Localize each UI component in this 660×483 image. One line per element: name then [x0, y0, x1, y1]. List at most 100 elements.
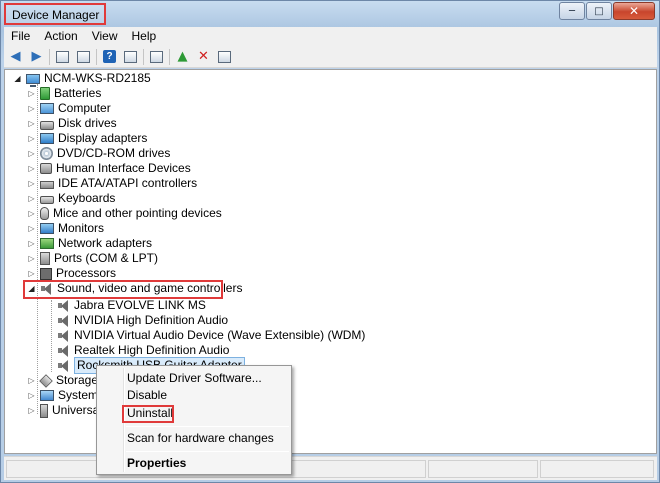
tree-category-label: IDE ATA/ATAPI controllers — [58, 176, 198, 190]
computer-icon — [40, 103, 54, 114]
expand-icon[interactable]: ▷ — [27, 116, 36, 131]
tree-category[interactable]: ▷ Universal — [27, 403, 102, 418]
console-button[interactable] — [122, 49, 139, 65]
cpu-icon — [40, 267, 52, 280]
help-icon: ? — [103, 50, 116, 63]
expand-icon[interactable]: ▷ — [27, 161, 36, 176]
tree-category[interactable]: ▷ Human Interface Devices — [27, 161, 191, 176]
tree-category-label: Batteries — [54, 86, 102, 100]
expand-icon[interactable]: ▷ — [27, 101, 36, 116]
uninstall-button[interactable]: ✕ — [195, 49, 212, 65]
title-highlight: Device Manager — [4, 3, 106, 25]
properties-icon — [56, 50, 69, 63]
menu-help[interactable]: Help — [125, 27, 164, 46]
back-arrow-icon: ◀ — [10, 49, 21, 64]
tree-category[interactable]: ▷ Processors — [27, 266, 116, 281]
expand-icon[interactable]: ▷ — [27, 403, 36, 418]
dvd-icon — [40, 147, 53, 160]
help-button[interactable]: ? — [101, 49, 118, 65]
expand-icon[interactable]: ▷ — [27, 191, 36, 206]
expand-icon[interactable]: ▷ — [27, 131, 36, 146]
maximize-icon: □ — [594, 5, 604, 17]
menu-disable[interactable]: Disable — [127, 387, 167, 403]
toolbar-separator — [169, 48, 170, 65]
tree-device[interactable]: Realtek High Definition Audio — [57, 343, 229, 358]
close-icon: ✕ — [628, 4, 640, 18]
tree-root-label: NCM-WKS-RD2185 — [44, 71, 151, 85]
scan-hardware-button[interactable] — [148, 49, 165, 65]
console-tree-button[interactable] — [75, 49, 92, 65]
status-cell — [428, 460, 538, 478]
tree-device[interactable]: NVIDIA Virtual Audio Device (Wave Extens… — [57, 328, 365, 343]
tree-category[interactable]: ▷ DVD/CD-ROM drives — [27, 146, 170, 161]
tree-category[interactable]: ▷ Network adapters — [27, 236, 152, 251]
tree-category[interactable]: ▷ Computer — [27, 101, 110, 116]
tree-category[interactable]: ▷ Ports (COM & LPT) — [27, 251, 158, 266]
tree-line — [51, 300, 52, 372]
network-icon — [40, 238, 54, 249]
close-button[interactable]: ✕ — [613, 2, 655, 20]
expand-icon[interactable]: ▷ — [27, 86, 36, 101]
window-title: Device Manager — [12, 8, 100, 22]
tree-category[interactable]: ▷ Keyboards — [27, 191, 115, 206]
menu-file[interactable]: File — [4, 27, 37, 46]
scan-hardware-icon — [150, 50, 163, 63]
tree-root[interactable]: ◢ NCM-WKS-RD2185 — [13, 71, 151, 87]
tree-category[interactable]: ▷ IDE ATA/ATAPI controllers — [27, 176, 197, 191]
properties-button[interactable] — [54, 49, 71, 65]
context-menu: Update Driver Software... Disable Uninst… — [96, 365, 292, 475]
tree-device[interactable]: Jabra EVOLVE LINK MS — [57, 298, 206, 313]
tree-category[interactable]: ▷ Disk drives — [27, 116, 116, 131]
expand-icon[interactable]: ▷ — [27, 266, 36, 281]
tree-category-label: DVD/CD-ROM drives — [57, 146, 171, 160]
menu-view[interactable]: View — [85, 27, 125, 46]
ide-icon — [40, 181, 54, 189]
collapse-icon[interactable]: ◢ — [13, 71, 22, 86]
expand-icon[interactable]: ▷ — [27, 388, 36, 403]
expand-icon[interactable]: ▷ — [27, 176, 36, 191]
tree-category[interactable]: ▷ Monitors — [27, 221, 104, 236]
maximize-button[interactable]: □ — [586, 2, 612, 20]
sound-category-highlight — [23, 280, 223, 299]
menu-separator — [126, 426, 289, 427]
forward-button[interactable]: ▶ — [28, 49, 45, 65]
disable-button[interactable] — [216, 49, 233, 65]
tree-device-label: Jabra EVOLVE LINK MS — [74, 298, 206, 312]
expand-icon[interactable]: ▷ — [27, 221, 36, 236]
menu-scan-hardware[interactable]: Scan for hardware changes — [127, 430, 274, 446]
toolbar-separator — [49, 48, 50, 65]
menu-bar: File Action View Help — [4, 27, 657, 46]
minimize-button[interactable]: ─ — [559, 2, 585, 20]
expand-icon[interactable]: ▷ — [27, 236, 36, 251]
toolbar-separator — [96, 48, 97, 65]
hid-icon — [40, 163, 52, 174]
expand-icon[interactable]: ▷ — [27, 251, 36, 266]
status-cell — [540, 460, 654, 478]
back-button[interactable]: ◀ — [7, 49, 24, 65]
speaker-icon — [57, 344, 70, 357]
speaker-icon — [57, 299, 70, 312]
update-driver-button[interactable]: ▲ — [174, 49, 191, 65]
expand-icon[interactable]: ▷ — [27, 206, 36, 221]
tree-category-label: Human Interface Devices — [56, 161, 191, 175]
title-bar[interactable]: Device Manager ─ □ ✕ — [1, 1, 659, 27]
speaker-icon — [57, 314, 70, 327]
system-icon — [40, 390, 54, 401]
expand-icon[interactable]: ▷ — [27, 146, 36, 161]
tree-category[interactable]: ▷ Mice and other pointing devices — [27, 206, 222, 221]
menu-update-driver[interactable]: Update Driver Software... — [127, 370, 262, 386]
menu-action[interactable]: Action — [37, 27, 84, 46]
tree-category-label: Processors — [56, 266, 117, 280]
menu-properties[interactable]: Properties — [127, 455, 186, 471]
expand-icon[interactable]: ▷ — [27, 373, 36, 388]
tree-category-label: Display adapters — [58, 131, 148, 145]
minimize-icon: ─ — [568, 5, 576, 17]
tree-device[interactable]: NVIDIA High Definition Audio — [57, 313, 228, 328]
speaker-icon — [57, 329, 70, 342]
caption-buttons: ─ □ ✕ — [558, 2, 655, 20]
tree-category[interactable]: ▷ Display adapters — [27, 131, 147, 146]
tree-category[interactable]: ▷ Batteries — [27, 86, 101, 101]
storage-icon — [39, 373, 53, 388]
tree-category-label: Monitors — [58, 221, 105, 235]
forward-arrow-icon: ▶ — [31, 49, 42, 64]
